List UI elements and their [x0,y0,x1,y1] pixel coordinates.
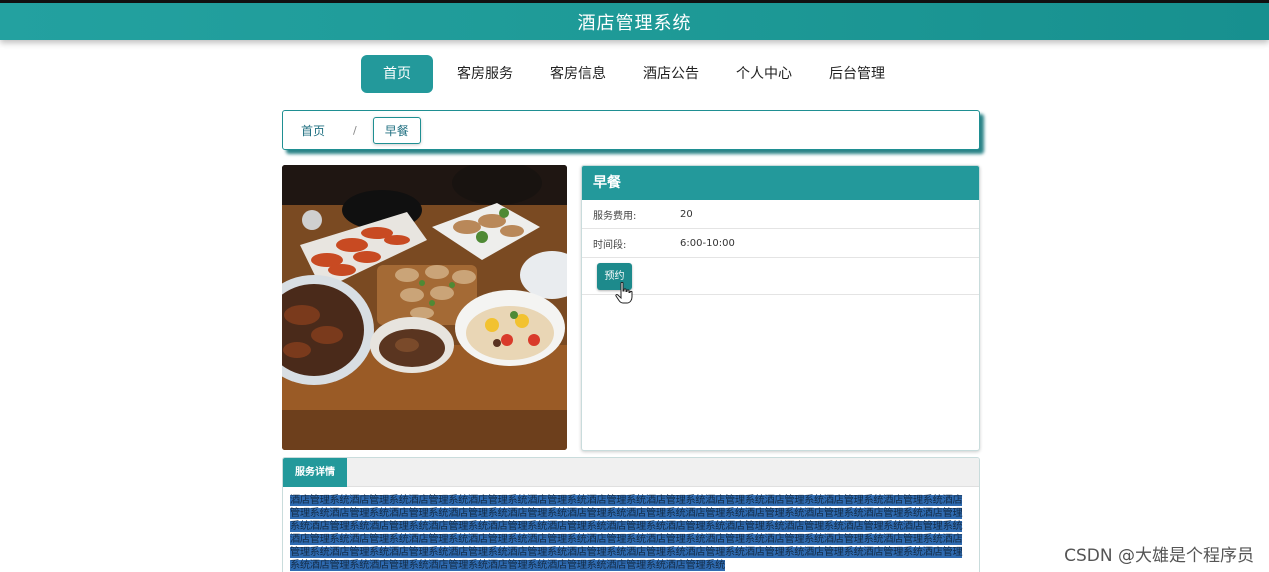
service-details-tabbar: 服务详情 [283,458,979,487]
service-time-label: 时间段: [593,239,627,251]
service-fee-value: 20 [680,208,693,220]
nav-item-room-services[interactable]: 客房服务 [439,55,531,93]
hand-pointer-icon [615,282,633,304]
service-name: 早餐 [582,166,979,200]
service-fee-row: 服务费用: 20 [582,200,979,229]
service-details-section: 服务详情 酒店管理系统酒店管理系统酒店管理系统酒店管理系统酒店管理系统酒店管理系… [282,457,980,572]
watermark: CSDN @大雄是个程序员 [1064,541,1254,566]
service-time-value: 6:00-10:00 [680,237,735,249]
nav-item-hotel-notices[interactable]: 酒店公告 [625,55,717,93]
service-fee-label: 服务费用: [593,210,637,222]
tab-service-details[interactable]: 服务详情 [283,458,347,487]
main-nav: 首页 客房服务 客房信息 酒店公告 个人中心 后台管理 [361,55,904,93]
site-title: 酒店管理系统 [577,13,692,34]
nav-item-room-info[interactable]: 客房信息 [532,55,624,93]
top-header-bar: 酒店管理系统 [0,0,1269,40]
service-details-selected-text: 酒店管理系统酒店管理系统酒店管理系统酒店管理系统酒店管理系统酒店管理系统酒店管理… [290,495,963,572]
breakfast-photo [282,165,567,450]
breadcrumb: 首页 / 早餐 [282,110,980,150]
nav-item-personal-center[interactable]: 个人中心 [718,55,810,93]
service-details-text: 酒店管理系统酒店管理系统酒店管理系统酒店管理系统酒店管理系统酒店管理系统酒店管理… [290,494,970,572]
breadcrumb-separator: / [353,123,357,137]
service-detail-card: 早餐 服务费用: 20 时间段: 6:00-10:00 预约 [581,165,980,451]
book-row: 预约 [582,258,979,304]
breadcrumb-current: 早餐 [372,116,421,144]
nav-item-admin[interactable]: 后台管理 [811,55,903,93]
nav-item-home[interactable]: 首页 [361,55,433,93]
breadcrumb-home-link[interactable]: 首页 [301,122,325,139]
service-time-row: 时间段: 6:00-10:00 [582,229,979,258]
